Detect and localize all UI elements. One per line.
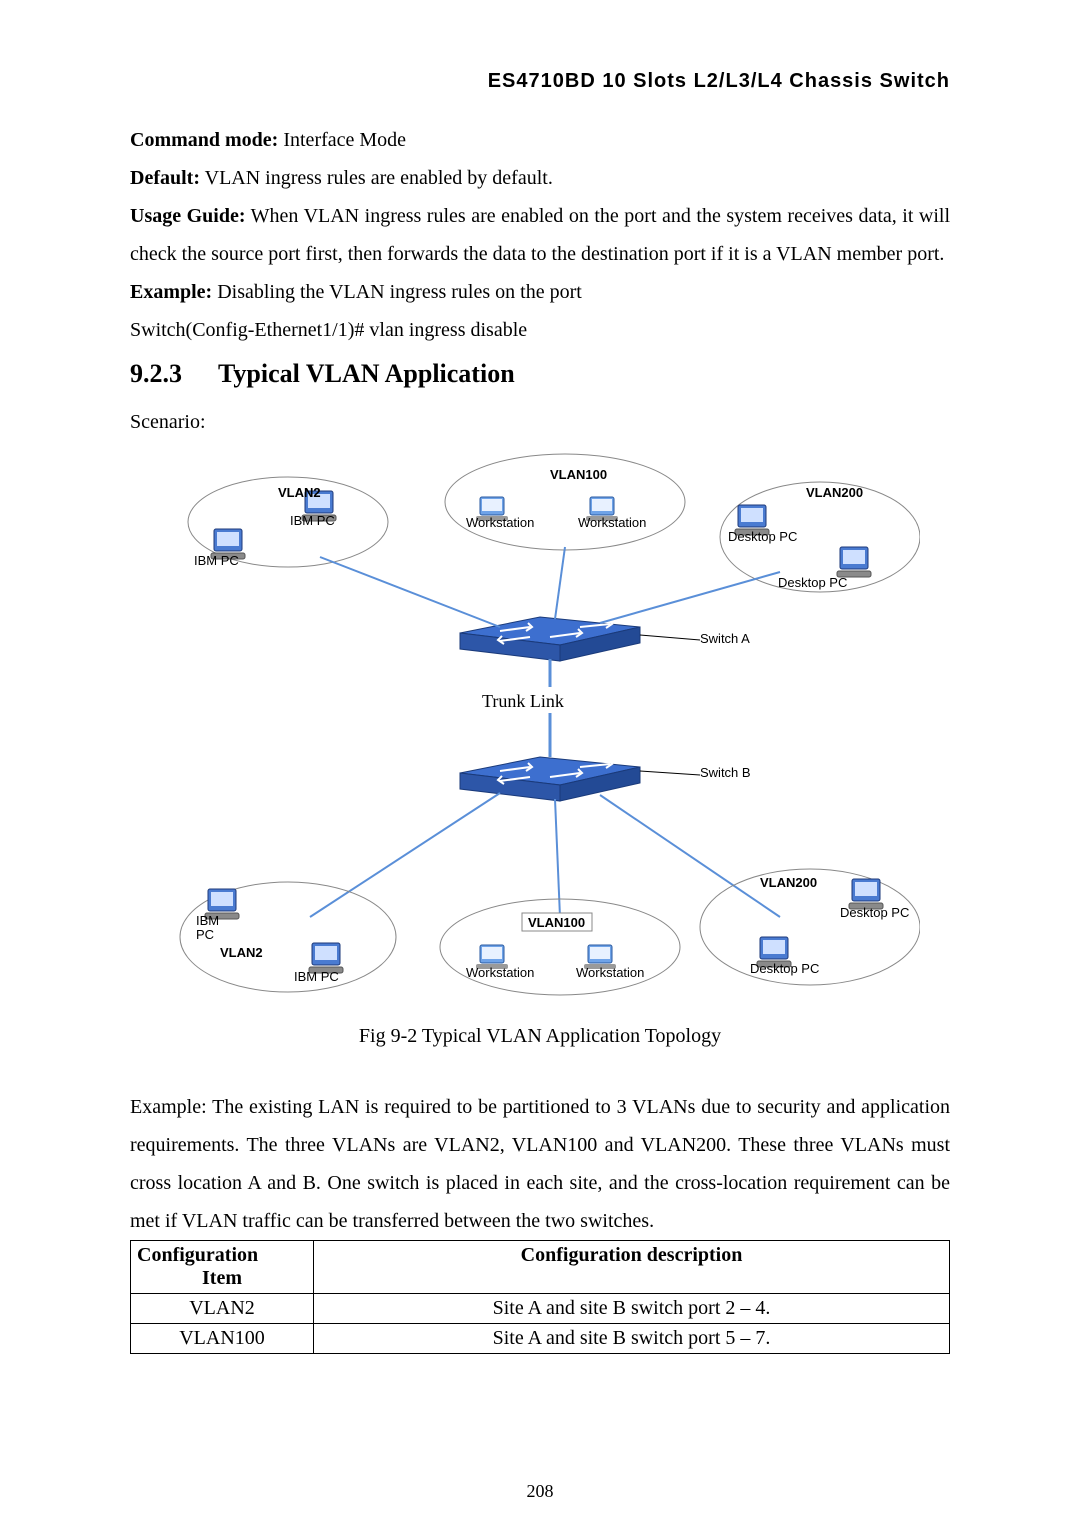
switch-b-label: Switch B bbox=[700, 765, 751, 780]
figure-wrap: VLAN2 IBM PC IBM PC VLAN100 Workstation … bbox=[130, 447, 950, 1007]
vlan2-label: VLAN2 bbox=[220, 945, 263, 960]
page-number: 208 bbox=[0, 1481, 1080, 1502]
th-config-item: Configuration Item bbox=[131, 1241, 314, 1294]
topology-diagram: VLAN2 IBM PC IBM PC VLAN100 Workstation … bbox=[160, 447, 920, 1007]
ibm-label: IBM bbox=[196, 913, 219, 928]
desktop-label: Desktop PC bbox=[778, 575, 847, 590]
switch-a-label: Switch A bbox=[700, 631, 750, 646]
heading-text: Typical VLAN Application bbox=[218, 359, 515, 388]
text-example: Disabling the VLAN ingress rules on the … bbox=[212, 281, 582, 303]
label-usage-guide: Usage Guide: bbox=[130, 205, 246, 227]
switch-b-icon bbox=[460, 757, 640, 801]
vlan2-label: VLAN2 bbox=[278, 485, 321, 500]
page: ES4710BD 10 Slots L2/L3/L4 Chassis Switc… bbox=[0, 0, 1080, 1528]
switch-a-icon bbox=[460, 617, 640, 661]
label-command-mode: Command mode: bbox=[130, 129, 278, 151]
label-example: Example: bbox=[130, 281, 212, 303]
table-row: VLAN100 Site A and site B switch port 5 … bbox=[131, 1324, 950, 1354]
label-default: Default: bbox=[130, 167, 200, 189]
running-header: ES4710BD 10 Slots L2/L3/L4 Chassis Switc… bbox=[130, 70, 950, 93]
figure-caption: Fig 9-2 Typical VLAN Application Topolog… bbox=[130, 1025, 950, 1048]
trunk-link-label: Trunk Link bbox=[482, 691, 564, 711]
heading-number: 9.2.3 bbox=[130, 359, 218, 389]
desktop-pc-icon bbox=[837, 547, 871, 577]
para-default: Default: VLAN ingress rules are enabled … bbox=[130, 159, 950, 197]
cell-item: VLAN2 bbox=[131, 1294, 314, 1324]
vlan100-label: VLAN100 bbox=[528, 915, 585, 930]
code-line: Switch(Config-Ethernet1/1)# vlan ingress… bbox=[130, 311, 950, 349]
text-command-mode: Interface Mode bbox=[278, 129, 406, 151]
ibmpc-label: IBM PC bbox=[194, 553, 239, 568]
cell-desc: Site A and site B switch port 5 – 7. bbox=[314, 1324, 950, 1354]
desktop-label: Desktop PC bbox=[840, 905, 909, 920]
vlan100-label: VLAN100 bbox=[550, 467, 607, 482]
desktop-label: Desktop PC bbox=[750, 961, 819, 976]
desktop-label: Desktop PC bbox=[728, 529, 797, 544]
para-example: Example: Disabling the VLAN ingress rule… bbox=[130, 273, 950, 311]
workstation-label: Workstation bbox=[576, 965, 644, 980]
workstation-label: Workstation bbox=[466, 965, 534, 980]
cell-item: VLAN100 bbox=[131, 1324, 314, 1354]
para-example2: Example: The existing LAN is required to… bbox=[130, 1088, 950, 1240]
ibmpc-label: IBM PC bbox=[294, 969, 339, 984]
cell-desc: Site A and site B switch port 2 – 4. bbox=[314, 1294, 950, 1324]
ibmpc-label: IBM PC bbox=[290, 513, 335, 528]
vlan200-label: VLAN200 bbox=[806, 485, 863, 500]
table-row: VLAN2 Site A and site B switch port 2 – … bbox=[131, 1294, 950, 1324]
th-line1: Configuration bbox=[137, 1244, 307, 1267]
table-header-row: Configuration Item Configuration descrip… bbox=[131, 1241, 950, 1294]
vlan200-label: VLAN200 bbox=[760, 875, 817, 890]
th-config-desc: Configuration description bbox=[314, 1241, 950, 1294]
workstation-label: Workstation bbox=[578, 515, 646, 530]
pc-label: PC bbox=[196, 927, 214, 942]
config-table: Configuration Item Configuration descrip… bbox=[130, 1240, 950, 1354]
section-heading: 9.2.3Typical VLAN Application bbox=[130, 359, 950, 389]
para-usage-guide: Usage Guide: When VLAN ingress rules are… bbox=[130, 197, 950, 273]
text-usage-guide: When VLAN ingress rules are enabled on t… bbox=[130, 205, 950, 265]
scenario-label: Scenario: bbox=[130, 403, 950, 441]
th-line2: Item bbox=[137, 1267, 307, 1290]
para-command-mode: Command mode: Interface Mode bbox=[130, 121, 950, 159]
text-default: VLAN ingress rules are enabled by defaul… bbox=[200, 167, 553, 189]
workstation-label: Workstation bbox=[466, 515, 534, 530]
